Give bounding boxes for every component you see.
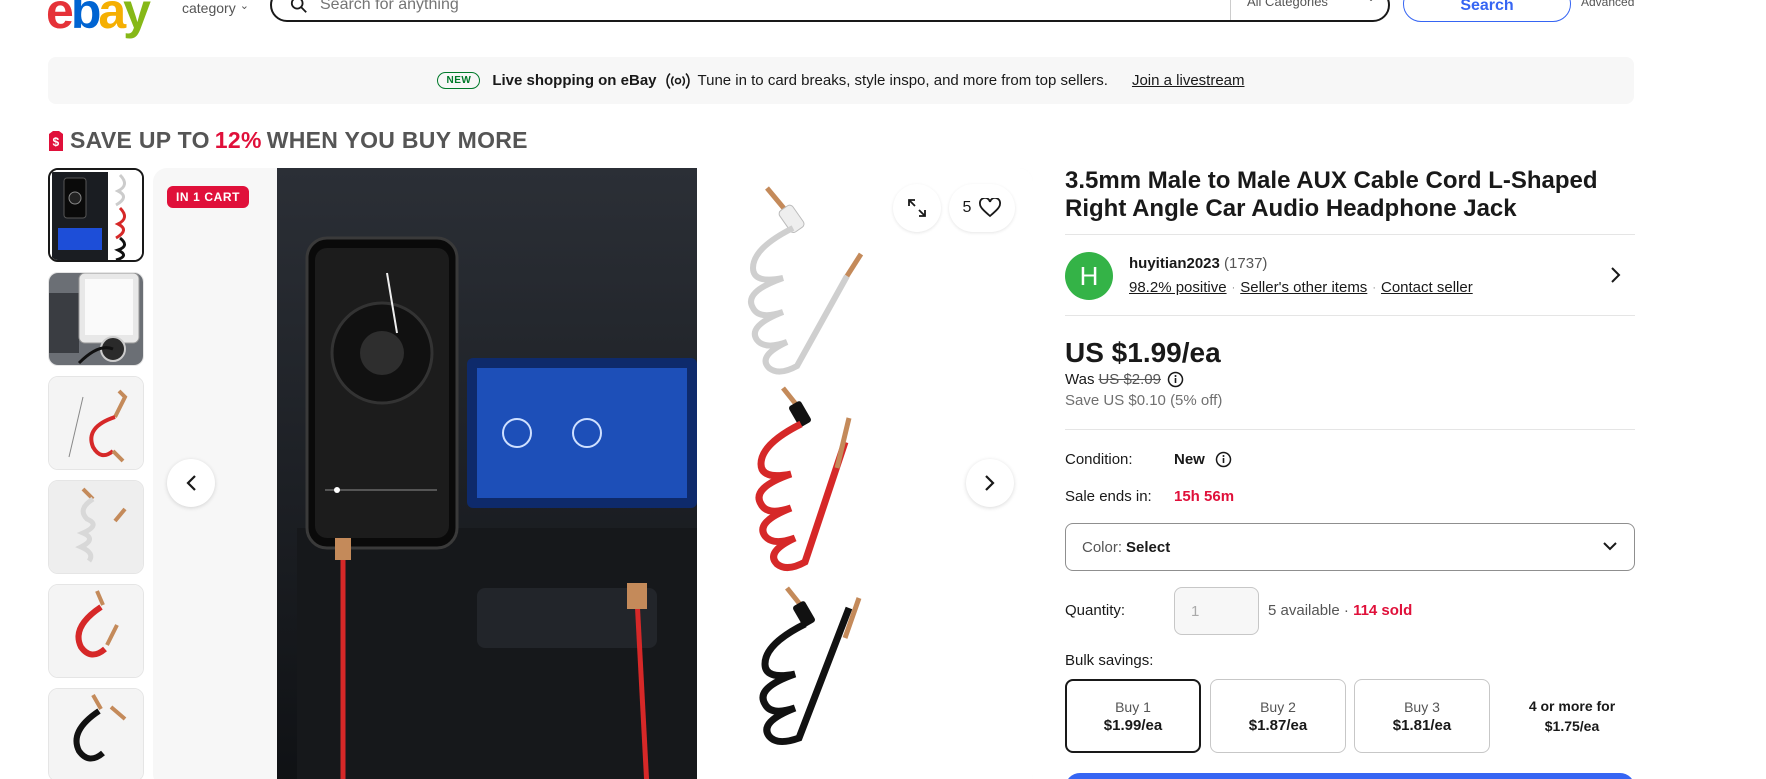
thumbnail-1[interactable] bbox=[48, 168, 144, 262]
separator-dot: · bbox=[1343, 602, 1354, 619]
quantity-input[interactable]: 1 bbox=[1174, 587, 1259, 635]
chevron-right-icon[interactable] bbox=[1610, 266, 1622, 284]
bulk-price: $1.99/ea bbox=[1103, 716, 1163, 734]
color-select[interactable]: Color: Select bbox=[1065, 523, 1635, 571]
divider bbox=[1065, 234, 1635, 235]
color-value: Select bbox=[1126, 538, 1171, 556]
sale-ends-value: 15h 56m bbox=[1174, 488, 1235, 505]
seller-info: huyitian2023 (1737) bbox=[1129, 255, 1267, 272]
shop-by-category-button[interactable]: category ⌄ bbox=[182, 0, 249, 16]
ebay-logo[interactable]: ebay bbox=[46, 0, 151, 36]
bulk-qty: Buy 3 bbox=[1404, 698, 1440, 715]
separator-dot: · bbox=[1231, 281, 1236, 294]
condition-value-row: New bbox=[1174, 451, 1232, 468]
bulk-option-buy-1[interactable]: Buy 1 $1.99/ea bbox=[1065, 679, 1201, 753]
bulk-option-buy-3[interactable]: Buy 3 $1.81/ea bbox=[1354, 679, 1490, 753]
thumbnail-3[interactable] bbox=[48, 376, 144, 470]
thumbnail-image bbox=[49, 585, 143, 677]
next-image-button[interactable] bbox=[966, 459, 1014, 507]
expand-icon bbox=[908, 199, 926, 217]
divider bbox=[1065, 429, 1635, 430]
bulk-price: $1.87/ea bbox=[1248, 716, 1308, 734]
thumbnail-image bbox=[49, 689, 143, 779]
bulk-price: $1.81/ea bbox=[1392, 716, 1452, 734]
thumbnail-image bbox=[49, 481, 143, 573]
thumbnail-5[interactable] bbox=[48, 584, 144, 678]
divider bbox=[1065, 315, 1635, 316]
separator-dot: · bbox=[1372, 281, 1376, 294]
broadcast-icon bbox=[665, 72, 690, 89]
color-label: Color: bbox=[1082, 538, 1123, 556]
thumbnail-image bbox=[50, 170, 142, 260]
info-icon[interactable] bbox=[1167, 371, 1184, 388]
availability: 5 available · 114 sold bbox=[1268, 602, 1412, 619]
thumbnail-6[interactable] bbox=[48, 688, 144, 779]
search-input[interactable] bbox=[320, 0, 1200, 14]
savings-text: Save US $0.10 (5% off) bbox=[1065, 392, 1223, 409]
positive-feedback-link[interactable]: 98.2% positive bbox=[1129, 279, 1227, 296]
category-label: category bbox=[182, 0, 236, 16]
bulk-savings-label: Bulk savings: bbox=[1065, 652, 1154, 669]
live-shopping-text: Live shopping on eBay bbox=[492, 72, 657, 89]
condition-label: Condition: bbox=[1065, 451, 1133, 468]
seller-feedback-count[interactable]: (1737) bbox=[1224, 255, 1267, 272]
chevron-down-icon: ⌄ bbox=[1366, 0, 1376, 4]
heart-icon bbox=[979, 198, 1002, 218]
thumbnail-2[interactable] bbox=[48, 272, 144, 366]
save-percent: 12% bbox=[214, 127, 262, 153]
sold-count[interactable]: 114 sold bbox=[1353, 602, 1412, 619]
search-bar: All Categories ⌄ bbox=[270, 0, 1390, 22]
item-price: US $1.99/ea bbox=[1065, 337, 1221, 368]
product-photo-car bbox=[277, 168, 697, 779]
search-button[interactable]: Search bbox=[1403, 0, 1571, 22]
thumbnail-4[interactable] bbox=[48, 480, 144, 574]
chevron-left-icon bbox=[186, 475, 196, 491]
save-suffix: WHEN YOU BUY MORE bbox=[266, 127, 528, 153]
was-price: US $2.09 bbox=[1098, 371, 1161, 388]
sellers-other-items-link[interactable]: Seller's other items bbox=[1240, 279, 1367, 296]
chevron-down-icon bbox=[1603, 542, 1617, 551]
search-icon bbox=[290, 0, 307, 13]
chevron-right-icon bbox=[985, 475, 995, 491]
thumbnail-image bbox=[49, 273, 143, 365]
thumbnail-image bbox=[49, 377, 143, 469]
product-photo-image bbox=[277, 168, 697, 779]
join-livestream-link[interactable]: Join a livestream bbox=[1132, 72, 1245, 89]
bulk-option-4-plus: 4 or more for $1.75/ea bbox=[1528, 698, 1616, 734]
live-shopping-banner: NEW Live shopping on eBay Tune in to car… bbox=[48, 57, 1634, 104]
listing-title: 3.5mm Male to Male AUX Cable Cord L-Shap… bbox=[1065, 167, 1598, 222]
quantity-label: Quantity: bbox=[1065, 602, 1126, 619]
seller-name[interactable]: huyitian2023 bbox=[1129, 255, 1220, 272]
watch-button[interactable]: 5 bbox=[949, 184, 1015, 232]
advanced-search-link[interactable]: Advanced bbox=[1581, 0, 1634, 9]
bulk-save-banner: $ SAVE UP TO 12% WHEN YOU BUY MORE bbox=[48, 127, 528, 154]
was-price-row: Was US $2.09 bbox=[1065, 371, 1184, 388]
condition-value: New bbox=[1174, 451, 1205, 468]
bulk-qty: Buy 1 bbox=[1115, 698, 1151, 715]
in-cart-badge: IN 1 CART bbox=[167, 186, 250, 208]
tune-in-text: Tune in to card breaks, style inspo, and… bbox=[697, 72, 1108, 89]
sale-ends-label: Sale ends in: bbox=[1065, 488, 1152, 505]
chevron-down-icon: ⌄ bbox=[239, 0, 249, 12]
price-tag-icon: $ bbox=[49, 130, 63, 151]
seller-links: 98.2% positive · Seller's other items · … bbox=[1129, 279, 1473, 296]
new-badge: NEW bbox=[437, 72, 481, 89]
save-prefix: SAVE UP TO bbox=[70, 127, 210, 153]
bulk-option-buy-2[interactable]: Buy 2 $1.87/ea bbox=[1210, 679, 1346, 753]
info-icon[interactable] bbox=[1215, 451, 1232, 468]
category-select[interactable]: All Categories ⌄ bbox=[1230, 0, 1390, 20]
available-count: 5 available bbox=[1268, 602, 1340, 619]
expand-image-button[interactable] bbox=[893, 184, 941, 232]
category-select-value: All Categories bbox=[1247, 0, 1328, 9]
bulk-qty: Buy 2 bbox=[1260, 698, 1296, 715]
watch-count: 5 bbox=[962, 199, 972, 216]
contact-seller-link[interactable]: Contact seller bbox=[1381, 279, 1473, 296]
svg-text:$: $ bbox=[53, 135, 60, 149]
was-label: Was bbox=[1065, 371, 1095, 388]
main-image-gallery[interactable]: IN 1 CART 5 bbox=[153, 168, 1033, 779]
previous-image-button[interactable] bbox=[167, 459, 215, 507]
seller-avatar[interactable]: H bbox=[1065, 252, 1113, 300]
buy-it-now-button[interactable] bbox=[1065, 773, 1635, 779]
